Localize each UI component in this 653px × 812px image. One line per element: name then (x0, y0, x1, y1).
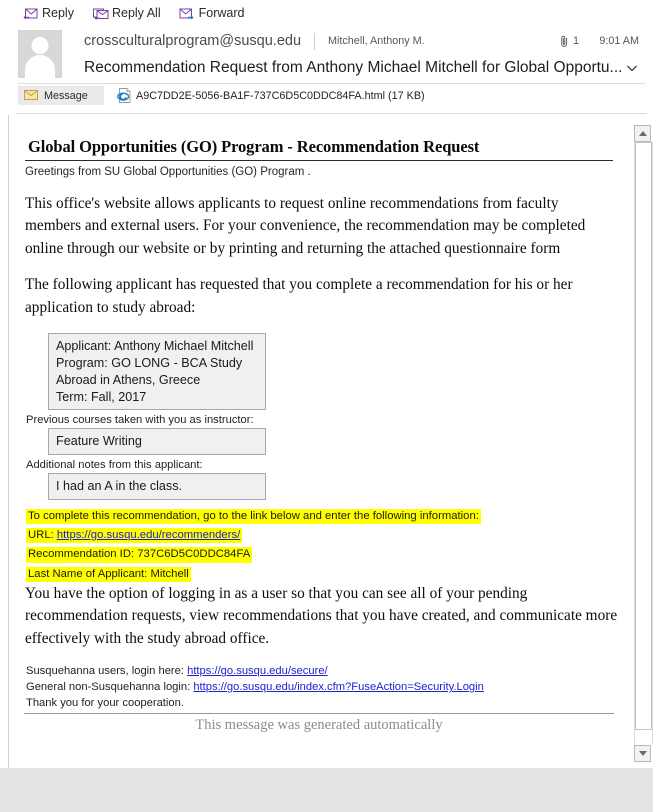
forward-icon (179, 8, 194, 19)
pane-left-border (8, 115, 9, 768)
applicant-info-box: Applicant: Anthony Michael Mitchell Prog… (48, 333, 266, 411)
window-background-fill (0, 768, 653, 812)
courses-label: Previous courses taken with you as instr… (26, 414, 254, 427)
scroll-up-button[interactable] (634, 125, 651, 142)
header-meta-row: crossculturalprogram@susqu.edu Mitchell,… (84, 28, 645, 54)
chevron-down-icon[interactable] (625, 61, 639, 75)
sender-avatar (18, 30, 62, 78)
email-body-pane: Global Opportunities (GO) Program - Reco… (0, 115, 653, 768)
reply-all-label: Reply All (111, 5, 161, 20)
susquehanna-login-prefix: Susquehanna users, login here: (26, 665, 188, 678)
sender-address[interactable]: crossculturalprogram@susqu.edu (84, 33, 301, 49)
attachment-item[interactable]: A9C7DD2E-5056-BA1F-737C6D5C0DDC84FA.html… (117, 86, 425, 105)
received-time: 9:01 AM (599, 35, 639, 47)
highlighted-instructions: To complete this recommendation, go to t… (24, 506, 618, 583)
thank-you-line: Thank you for your cooperation. (26, 697, 184, 710)
forward-button[interactable]: Forward (179, 5, 245, 20)
scroll-down-button[interactable] (634, 745, 651, 762)
request-paragraph: The following applicant has requested th… (25, 276, 573, 316)
reply-icon (22, 8, 38, 19)
reply-label: Reply (42, 5, 74, 20)
header-separator (18, 83, 645, 84)
subject-row: Recommendation Request from Anthony Mich… (84, 54, 645, 82)
scrollbar-track[interactable] (634, 142, 653, 745)
applicant-last-name: Last Name of Applicant: Mitchell (26, 566, 191, 582)
reply-all-icon (92, 8, 109, 20)
attachment-count: 1 (572, 35, 579, 47)
footer-links: Susquehanna users, login here: https://g… (26, 664, 618, 712)
attachment-bar: Message A9C7DD2E-5056-BA1F-737C6D5C0DDC8… (0, 86, 653, 110)
url-prefix: URL: (28, 529, 57, 542)
page-title: Global Opportunities (GO) Program - Reco… (28, 137, 480, 156)
triangle-up-icon (638, 131, 647, 136)
recommendation-id: Recommendation ID: 737C6D5C0DDC84FA (26, 547, 253, 563)
recipient-name[interactable]: Mitchell, Anthony M. (328, 35, 425, 47)
triangle-down-icon (638, 751, 647, 756)
internet-explorer-file-icon (117, 88, 131, 103)
general-login-link[interactable]: https://go.susqu.edu/index.cfm?FuseActio… (193, 681, 484, 693)
attachment-indicator[interactable]: 1 (560, 35, 579, 48)
scrollbar-thumb[interactable] (635, 142, 652, 730)
paperclip-icon (560, 35, 569, 48)
courses-value-box: Feature Writing (48, 428, 266, 456)
forward-label: Forward (198, 5, 245, 20)
envelope-icon (24, 87, 38, 105)
notes-label: Additional notes from this applicant: (26, 459, 203, 472)
attachment-filename: A9C7DD2E-5056-BA1F-737C6D5C0DDC84FA.html… (136, 89, 425, 102)
message-subject: Recommendation Request from Anthony Mich… (84, 59, 623, 76)
email-body-content: Global Opportunities (GO) Program - Reco… (24, 137, 618, 734)
reply-button[interactable]: Reply (22, 7, 74, 20)
footer-separator (24, 713, 614, 714)
login-option-paragraph: You have the option of logging in as a u… (25, 584, 618, 647)
greeting-text: Greetings from SU Global Opportunities (… (25, 166, 311, 178)
title-underline (25, 160, 613, 161)
url-line: URL: https://go.susqu.edu/recommenders/ (26, 528, 243, 544)
attachment-separator (16, 113, 647, 114)
instruction-line: To complete this recommendation, go to t… (26, 508, 481, 525)
tab-message[interactable]: Message (18, 86, 104, 105)
recommenders-url-link[interactable]: https://go.susqu.edu/recommenders/ (57, 529, 240, 541)
header-divider-1 (314, 32, 316, 50)
general-login-line: General non-Susquehanna login: https://g… (26, 680, 618, 696)
susquehanna-login-link[interactable]: https://go.susqu.edu/secure/ (187, 665, 328, 677)
message-action-toolbar: Reply Reply All Forward (0, 0, 653, 26)
reply-all-button[interactable]: Reply All (92, 7, 161, 20)
intro-paragraph: This office's website allows applicants … (25, 195, 586, 257)
avatar-head (31, 37, 49, 54)
avatar-body (25, 55, 55, 78)
body-scrollbar[interactable] (634, 115, 653, 768)
susquehanna-login-line: Susquehanna users, login here: https://g… (26, 664, 618, 680)
message-header: crossculturalprogram@susqu.edu Mitchell,… (0, 26, 653, 85)
outlook-reading-pane: Reply Reply All Forward crossculturalpro… (0, 0, 653, 812)
tab-message-label: Message (44, 89, 88, 102)
general-login-prefix: General non-Susquehanna login: (26, 681, 194, 694)
notes-value-box: I had an A in the class. (48, 473, 266, 500)
auto-generated-note: This message was generated automatically (195, 717, 443, 733)
